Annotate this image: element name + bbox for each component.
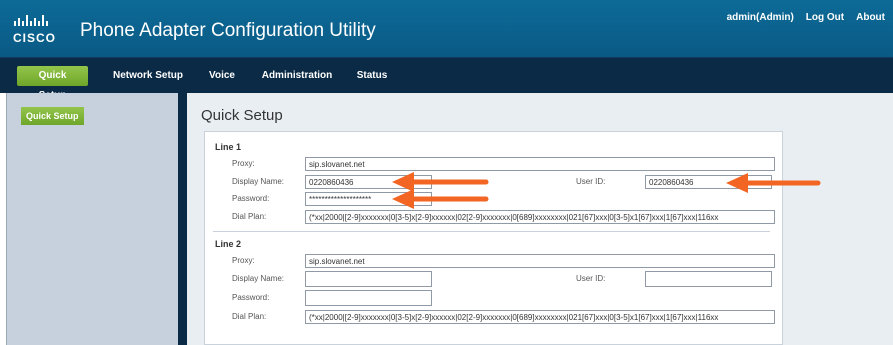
arrow-left-icon [726, 173, 821, 193]
annotation-arrows [392, 172, 821, 209]
arrow-left-icon [392, 189, 489, 209]
arrow-left-icon [392, 172, 489, 192]
